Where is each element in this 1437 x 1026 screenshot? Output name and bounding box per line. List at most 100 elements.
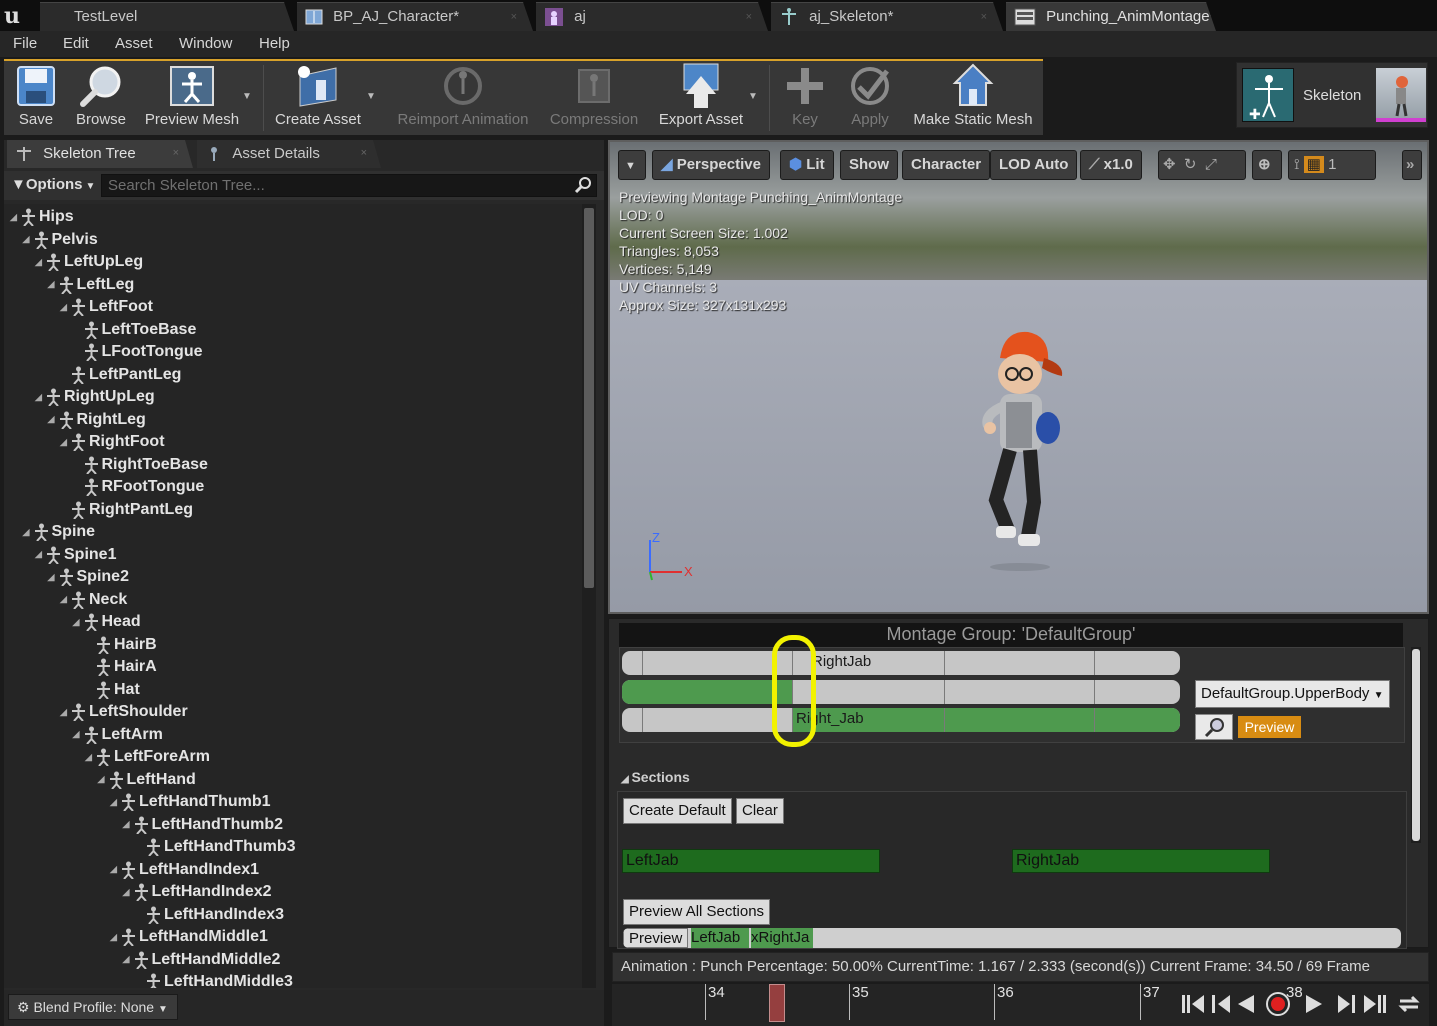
tree-row[interactable]: ◢ LeftHandMiddle2 xyxy=(123,949,280,971)
loop-icon[interactable] xyxy=(1396,992,1422,1016)
expand-arrow-icon[interactable]: ◢ xyxy=(23,527,34,538)
expand-arrow-icon[interactable]: ◢ xyxy=(60,302,71,313)
expand-arrow-icon[interactable]: ◢ xyxy=(123,954,134,965)
expand-arrow-icon[interactable]: ◢ xyxy=(98,774,109,785)
section-leftjab[interactable]: LeftJab xyxy=(622,849,880,873)
tab-aj-skeleton[interactable]: aj_Skeleton* × xyxy=(771,2,1003,31)
clear-button[interactable]: Clear xyxy=(736,798,784,824)
tree-row[interactable]: ◢ Spine xyxy=(23,521,95,543)
tab-bp-aj-character[interactable]: BP_AJ_Character* × xyxy=(297,2,533,31)
tree-row[interactable]: ◢ Neck xyxy=(60,589,127,611)
lod-button[interactable]: LOD Auto xyxy=(990,150,1078,180)
expand-arrow-icon[interactable]: ◢ xyxy=(123,887,134,898)
preview-all-sections-button[interactable]: Preview All Sections xyxy=(623,899,771,925)
montage-slot-track[interactable]: Right_Jab xyxy=(622,708,1180,732)
montage-track-top[interactable]: RightJab xyxy=(622,651,1180,675)
key-button[interactable]: Key xyxy=(782,61,828,135)
scrub-handle[interactable] xyxy=(769,984,785,1022)
step-back-icon[interactable] xyxy=(1210,992,1232,1016)
tree-row[interactable]: ◢ RightUpLeg xyxy=(35,386,155,408)
create-default-button[interactable]: Create Default xyxy=(623,798,732,824)
expand-toolbar-icon[interactable]: » xyxy=(1402,150,1422,180)
options-button[interactable]: ▼Options ▼ xyxy=(11,176,95,193)
reimport-animation-button[interactable]: Reimport Animation xyxy=(392,61,534,135)
tree-row[interactable]: ◢ LeftUpLeg xyxy=(35,251,143,273)
world-local-icon[interactable]: ⊕ xyxy=(1252,150,1282,180)
menu-help[interactable]: Help xyxy=(259,35,290,52)
translate-icon[interactable]: ✥ xyxy=(1163,156,1176,173)
tab-testlevel[interactable]: TestLevel xyxy=(40,2,294,31)
tree-row[interactable]: ◢ LeftHand xyxy=(98,769,196,791)
chevron-down-icon[interactable]: ▼ xyxy=(242,91,252,102)
expand-arrow-icon[interactable]: ◢ xyxy=(35,549,46,560)
scrollbar-thumb[interactable] xyxy=(584,208,594,588)
tab-skeleton-tree[interactable]: Skeleton Tree × xyxy=(7,140,193,168)
viewport-options-button[interactable]: ▼ xyxy=(618,150,646,180)
grid-snap-icon[interactable]: ▦ xyxy=(1303,156,1324,173)
close-icon[interactable]: × xyxy=(511,3,517,31)
record-icon[interactable] xyxy=(1264,992,1292,1020)
tree-row[interactable]: Hat xyxy=(85,679,140,701)
expand-arrow-icon[interactable]: ◢ xyxy=(35,257,46,268)
slot-name-dropdown[interactable]: DefaultGroup.UpperBody ▼ xyxy=(1195,680,1390,708)
character-button[interactable]: Character xyxy=(902,150,991,180)
skip-to-start-icon[interactable] xyxy=(1180,992,1206,1016)
chevron-down-icon[interactable]: ▼ xyxy=(748,91,758,102)
blend-profile-dropdown[interactable]: ⚙ Blend Profile: None ▼ xyxy=(8,994,178,1020)
preview-viewport[interactable]: ▼ ◢ Perspective ⬢ Lit Show Character LOD… xyxy=(608,140,1429,614)
slot-preview-button[interactable]: Preview xyxy=(1238,716,1301,738)
tree-row[interactable]: LeftHandMiddle3 xyxy=(135,971,293,988)
section-rightjab[interactable]: RightJab xyxy=(1012,849,1270,873)
montage-track-middle[interactable] xyxy=(622,680,1180,704)
apply-button[interactable]: Apply xyxy=(844,61,896,135)
expand-arrow-icon[interactable]: ◢ xyxy=(48,279,59,290)
tree-row[interactable]: ◢ LeftShoulder xyxy=(60,701,188,723)
tree-row[interactable]: ◢ Pelvis xyxy=(23,229,98,251)
expand-arrow-icon[interactable]: ◢ xyxy=(110,932,121,943)
tree-row[interactable]: RightPantLeg xyxy=(60,499,193,521)
close-icon[interactable]: × xyxy=(746,3,752,31)
expand-arrow-icon[interactable]: ◢ xyxy=(60,707,71,718)
skeleton-asset-button[interactable]: ✚ Skeleton xyxy=(1236,62,1428,128)
tree-row[interactable]: LeftToeBase xyxy=(73,319,196,341)
tree-row[interactable]: ◢ RightLeg xyxy=(48,409,146,431)
tree-row[interactable]: ◢ LeftLeg xyxy=(48,274,134,296)
lit-button[interactable]: ⬢ Lit xyxy=(780,150,834,180)
tree-row[interactable]: HairA xyxy=(85,656,157,678)
tree-row[interactable]: RightToeBase xyxy=(73,454,208,476)
tree-row[interactable]: ◢ LeftHandThumb1 xyxy=(110,791,271,813)
menu-file[interactable]: File xyxy=(13,35,37,52)
scale-icon[interactable]: ⤢ xyxy=(1205,156,1217,173)
step-forward-icon[interactable] xyxy=(1336,992,1358,1016)
skip-to-end-icon[interactable] xyxy=(1362,992,1388,1016)
tree-row[interactable]: ◢ Spine2 xyxy=(48,566,129,588)
export-asset-button[interactable]: Export Asset xyxy=(654,61,748,135)
expand-arrow-icon[interactable]: ◢ xyxy=(85,752,96,763)
preview-row-rightjab[interactable]: xRightJa xyxy=(751,928,813,948)
tree-row[interactable]: ◢ LeftHandIndex1 xyxy=(110,859,259,881)
save-button[interactable]: Save xyxy=(8,61,64,135)
tree-row[interactable]: ◢ LeftHandMiddle1 xyxy=(110,926,268,948)
expand-arrow-icon[interactable]: ◢ xyxy=(10,212,21,223)
close-icon[interactable]: × xyxy=(981,3,987,31)
menu-edit[interactable]: Edit xyxy=(63,35,89,52)
tab-punching-animmontage[interactable]: Punching_AnimMontage* xyxy=(1006,2,1216,31)
tree-row[interactable]: LFootTongue xyxy=(73,341,203,363)
expand-arrow-icon[interactable]: ◢ xyxy=(60,437,71,448)
tree-row[interactable]: LeftHandThumb3 xyxy=(135,836,296,858)
tree-row[interactable]: ◢ LeftArm xyxy=(73,724,163,746)
expand-arrow-icon[interactable]: ◢ xyxy=(110,797,121,808)
perspective-button[interactable]: ◢ Perspective xyxy=(652,150,770,180)
close-icon[interactable]: × xyxy=(173,140,179,167)
tree-row[interactable]: ◢ Head xyxy=(73,611,141,633)
compression-button[interactable]: Compression xyxy=(546,61,642,135)
preview-row-leftjab[interactable]: LeftJab xyxy=(691,928,749,948)
tree-row[interactable]: ◢ Hips xyxy=(10,206,74,228)
expand-arrow-icon[interactable]: ◢ xyxy=(123,819,134,830)
menu-asset[interactable]: Asset xyxy=(115,35,153,52)
search-skeleton-tree-input[interactable]: Search Skeleton Tree... xyxy=(101,174,597,197)
chevron-down-icon[interactable]: ▼ xyxy=(366,91,376,102)
tab-asset-details[interactable]: Asset Details × xyxy=(197,140,381,168)
timeline-scrubber[interactable]: 34 35 36 37 38 xyxy=(612,984,1429,1026)
close-icon[interactable]: × xyxy=(361,140,367,167)
